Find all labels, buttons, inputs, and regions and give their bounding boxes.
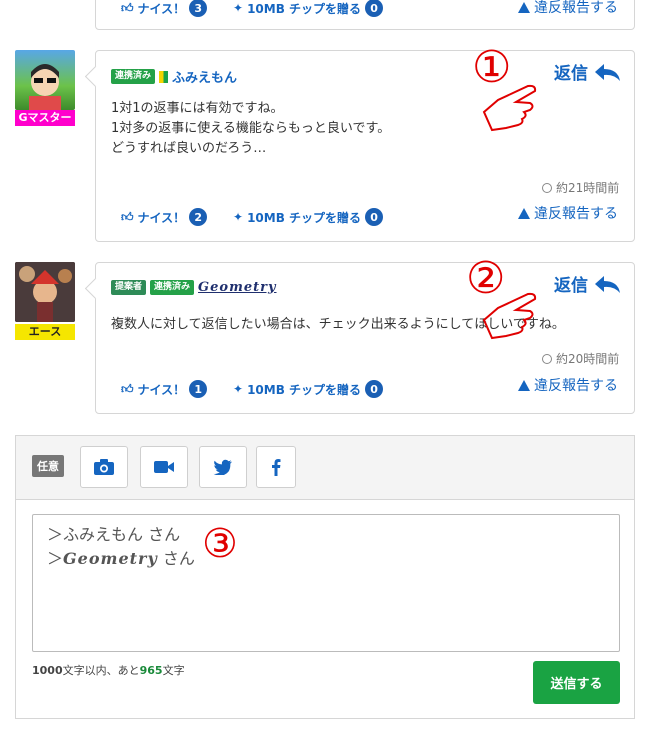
nice-count: 2: [189, 208, 208, 226]
report-link[interactable]: 違反報告する: [518, 203, 618, 223]
nice-count: 3: [189, 0, 208, 17]
chip-count: 0: [365, 380, 384, 398]
timestamp: 約20時間前: [542, 350, 619, 367]
previous-comment-card: 👍︎ ナイス！ 3 ✦ 10MB チップを贈る 0 違反報告する: [95, 0, 635, 30]
comment-header: 提案者 連携済み Geometry: [111, 280, 277, 295]
chip-count: 0: [365, 208, 384, 226]
pointing-hand-icon: [482, 84, 537, 132]
comment-header: 連携済み ふみえもん: [111, 67, 237, 86]
video-button[interactable]: [140, 446, 188, 488]
beginner-icon: [159, 70, 169, 83]
avatar[interactable]: [15, 50, 75, 110]
twitter-icon: [213, 459, 232, 475]
twitter-button[interactable]: [199, 446, 247, 488]
clock-icon: [542, 353, 552, 364]
avatar-image: [15, 262, 75, 322]
comment-message: 1対1の返事には有効ですね。 1対多の返事に使える機能ならもっと良いです。 どう…: [111, 101, 391, 156]
username[interactable]: Geometry: [198, 280, 276, 295]
report-label: 違反報告する: [534, 206, 618, 222]
avatar[interactable]: [15, 262, 75, 322]
camera-button[interactable]: [80, 446, 128, 488]
attachment-toolbar: 任意: [16, 436, 634, 500]
clock-icon: [542, 182, 552, 193]
send-button[interactable]: 送信する: [533, 661, 620, 704]
gift-icon: ✦: [233, 382, 244, 396]
chip-label: 10MB チップを贈る: [247, 1, 362, 16]
reply-compose-form: 任意 ＞ふみえもん さん ＞Geometry さん ③ 1000文字以内、あと9…: [15, 435, 635, 719]
gift-icon: ✦: [233, 210, 244, 224]
reply-label: 返信: [554, 276, 588, 296]
reply-label: 返信: [554, 64, 588, 84]
reply-arrow-icon: [595, 63, 620, 81]
nice-label: ナイス！: [137, 382, 186, 397]
warning-icon: [518, 207, 530, 219]
thumbs-up-icon: 👍︎: [121, 381, 134, 396]
reply-textarea[interactable]: ＞ふみえもん さん ＞Geometry さん: [32, 514, 620, 652]
rank-badge: Gマスター: [15, 110, 75, 126]
quote-line-2: ＞Geometry さん: [47, 549, 195, 568]
reply-arrow-icon: [595, 275, 620, 293]
facebook-button[interactable]: [256, 446, 296, 488]
linked-badge: 連携済み: [150, 280, 195, 295]
reply-button[interactable]: 返信: [554, 271, 622, 296]
chip-button[interactable]: ✦ 10MB チップを贈る 0: [233, 208, 384, 226]
avatar-image: [29, 64, 61, 110]
thumbs-up-icon: 👍︎: [121, 0, 134, 15]
report-link[interactable]: 違反報告する: [518, 0, 618, 17]
rank-badge: エース: [15, 324, 75, 340]
annotation-number-3: ③: [202, 521, 238, 567]
pointing-hand-icon: [482, 292, 537, 340]
report-link[interactable]: 違反報告する: [518, 375, 618, 395]
report-label: 違反報告する: [534, 0, 618, 16]
chip-button[interactable]: ✦ 10MB チップを贈る 0: [233, 0, 384, 17]
gift-icon: ✦: [233, 1, 244, 15]
nice-label: ナイス！: [137, 1, 186, 16]
timestamp: 約21時間前: [542, 179, 619, 196]
warning-icon: [518, 1, 530, 13]
chip-label: 10MB チップを贈る: [247, 210, 362, 225]
proposer-badge: 提案者: [111, 280, 147, 295]
comment-card: 連携済み ふみえもん 返信 1対1の返事には有効ですね。 1対多の返事に使える機…: [84, 50, 635, 242]
nice-button[interactable]: 👍︎ ナイス！ 1: [121, 380, 208, 398]
chip-button[interactable]: ✦ 10MB チップを贈る 0: [233, 380, 384, 398]
username[interactable]: ふみえもん: [172, 67, 237, 86]
linked-badge: 連携済み: [111, 69, 156, 84]
char-counter: 1000文字以内、あと965文字: [32, 664, 185, 677]
chip-count: 0: [365, 0, 384, 17]
nice-button[interactable]: 👍︎ ナイス！ 2: [121, 208, 208, 226]
nice-count: 1: [189, 380, 208, 398]
camera-icon: [94, 459, 114, 475]
comment-card: 提案者 連携済み Geometry 返信 複数人に対して返信したい場合は、チェッ…: [84, 262, 635, 414]
optional-badge: 任意: [32, 455, 64, 477]
chip-label: 10MB チップを贈る: [247, 382, 362, 397]
quote-line-1: ＞ふみえもん さん: [47, 525, 181, 544]
nice-label: ナイス！: [137, 210, 186, 225]
video-icon: [154, 461, 174, 473]
report-label: 違反報告する: [534, 378, 618, 394]
warning-icon: [518, 379, 530, 391]
facebook-icon: [272, 459, 281, 476]
thumbs-up-icon: 👍︎: [121, 209, 134, 224]
reply-button[interactable]: 返信: [554, 59, 622, 84]
nice-button[interactable]: 👍︎ ナイス！ 3: [121, 0, 208, 17]
